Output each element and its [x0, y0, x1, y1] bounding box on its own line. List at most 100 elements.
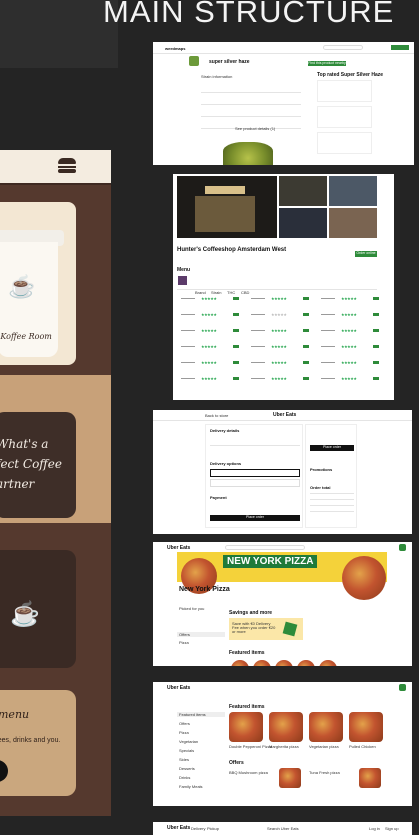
- product-name-line: [181, 346, 195, 347]
- product-name-line: [321, 298, 335, 299]
- place-order-button-2[interactable]: Place order: [310, 445, 354, 451]
- price-badge[interactable]: [373, 297, 379, 300]
- price-badge[interactable]: [303, 329, 309, 332]
- product-name-line: [251, 330, 265, 331]
- price-badge[interactable]: [303, 345, 309, 348]
- nav-item[interactable]: Sides: [179, 757, 189, 762]
- price-badge[interactable]: [303, 313, 309, 316]
- product-name-line: [251, 362, 265, 363]
- product-name-line: [321, 378, 335, 379]
- nav-offers[interactable]: Offers: [179, 632, 190, 637]
- nav-item[interactable]: Specials: [179, 748, 194, 753]
- price-badge[interactable]: [373, 313, 379, 316]
- store-name: New York Pizza: [179, 586, 230, 593]
- login-button[interactable]: Log in: [369, 826, 380, 831]
- side-card-3[interactable]: [317, 132, 372, 154]
- menu-arrow-button[interactable]: [0, 760, 8, 782]
- order-total-heading: Order total: [310, 485, 331, 490]
- product-name-line: [181, 378, 195, 379]
- menu-logo: [178, 276, 187, 285]
- back-to-store-link[interactable]: Back to store: [205, 413, 228, 418]
- nav-item[interactable]: Offers: [179, 721, 190, 726]
- price-badge[interactable]: [233, 361, 239, 364]
- price-badge[interactable]: [303, 361, 309, 364]
- featured-item-image[interactable]: [229, 712, 263, 742]
- nav-item[interactable]: Desserts: [179, 766, 195, 771]
- signup-button[interactable]: Sign up: [385, 826, 399, 831]
- price-badge[interactable]: [373, 329, 379, 332]
- find-nearby-button[interactable]: Find this product nearby: [308, 61, 346, 66]
- delivery-link[interactable]: Delivery: [191, 826, 205, 831]
- price-badge[interactable]: [233, 377, 239, 380]
- nav-item[interactable]: Vegetarian: [179, 739, 198, 744]
- cup-label: r Koffee Room: [0, 332, 52, 341]
- delivery-option-schedule[interactable]: [210, 479, 300, 487]
- menu-card: menu ffees, drinks and you.: [0, 690, 76, 796]
- nav-item[interactable]: Family Meals: [179, 784, 203, 789]
- side-card-2[interactable]: [317, 106, 372, 128]
- price-badge[interactable]: [233, 345, 239, 348]
- product-name-line: [251, 314, 265, 315]
- price-badge[interactable]: [303, 377, 309, 380]
- menu-heading: Menu: [177, 267, 191, 273]
- cart-icon[interactable]: [399, 684, 406, 691]
- thumbnail-checkout-page: Back to store Uber Eats Delivery details…: [153, 410, 412, 534]
- price-badge[interactable]: [373, 377, 379, 380]
- featured-item-image[interactable]: [309, 712, 343, 742]
- side-card-1[interactable]: [317, 80, 372, 102]
- featured-item-image[interactable]: [269, 712, 303, 742]
- nav-item[interactable]: Pizza: [179, 730, 189, 735]
- offer-item[interactable]: Tuna Fresh pizza: [309, 770, 340, 775]
- price-badge[interactable]: [233, 329, 239, 332]
- ubereats-logo: Uber Eats: [167, 825, 191, 831]
- price-badge[interactable]: [233, 297, 239, 300]
- product-name-line: [321, 346, 335, 347]
- product-name-line: [321, 362, 335, 363]
- product-name-line: [181, 330, 195, 331]
- offer-item[interactable]: BBQ Mushroom pizza: [229, 770, 268, 775]
- nav-pizza[interactable]: Pizza: [179, 640, 189, 645]
- rating-stars: ★★★★★: [201, 296, 217, 301]
- featured-item-image[interactable]: [349, 712, 383, 742]
- weedmaps-logo: weedmaps: [165, 46, 186, 51]
- product-name-line: [251, 378, 265, 379]
- ubereats-logo: Uber Eats: [167, 685, 191, 691]
- rating-stars: ★★★★★: [271, 360, 287, 365]
- banner-text: NEW YORK PIZZA: [223, 555, 318, 568]
- thumbnail-menu-page: Uber Eats Featured items Offers Pizza Ve…: [153, 682, 412, 806]
- rating-stars: ★★★★★: [201, 312, 217, 317]
- nav-item[interactable]: Drinks: [179, 775, 190, 780]
- order-online-button[interactable]: Order online: [355, 251, 377, 257]
- product-name-line: [181, 298, 195, 299]
- side-title: Top rated Super Silver Haze: [317, 72, 384, 78]
- place-order-button[interactable]: Place order: [210, 515, 300, 521]
- store-nav: Picked for you Offers Pizza: [177, 604, 225, 645]
- cart-icon[interactable]: [399, 544, 406, 551]
- burger-icon[interactable]: [58, 158, 76, 174]
- search-input[interactable]: Search Uber Eats: [267, 826, 299, 831]
- top-dark-block: [0, 0, 118, 68]
- thumbnail-strain-page: weedmaps super silver haze Find this pro…: [153, 42, 414, 165]
- pickup-link[interactable]: Pickup: [207, 826, 219, 831]
- price-badge[interactable]: [373, 345, 379, 348]
- product-details-link[interactable]: See product details (1): [235, 126, 275, 131]
- shop-photo-4: [279, 208, 327, 238]
- price-badge[interactable]: [373, 361, 379, 364]
- payment-heading: Payment: [210, 495, 227, 500]
- search-input[interactable]: [323, 45, 363, 50]
- ubereats-logo: Uber Eats: [167, 545, 191, 551]
- promo-card[interactable]: Save with €0 Delivery Fee when you order…: [229, 618, 303, 640]
- signin-button[interactable]: [391, 45, 409, 50]
- rating-stars: ★★★★★: [271, 376, 287, 381]
- rating-stars: ★★★★★: [201, 344, 217, 349]
- product-name-line: [181, 362, 195, 363]
- price-badge[interactable]: [233, 313, 239, 316]
- nav-picked[interactable]: Picked for you: [179, 606, 204, 611]
- delivery-option-standard[interactable]: [210, 469, 300, 477]
- nav-item[interactable]: Featured items: [179, 712, 206, 717]
- shop-photo-main: [177, 176, 277, 238]
- promotions-heading: Promotions: [310, 467, 333, 472]
- price-badge[interactable]: [303, 297, 309, 300]
- strain-title: super silver haze: [209, 59, 250, 65]
- search-input[interactable]: [225, 545, 305, 550]
